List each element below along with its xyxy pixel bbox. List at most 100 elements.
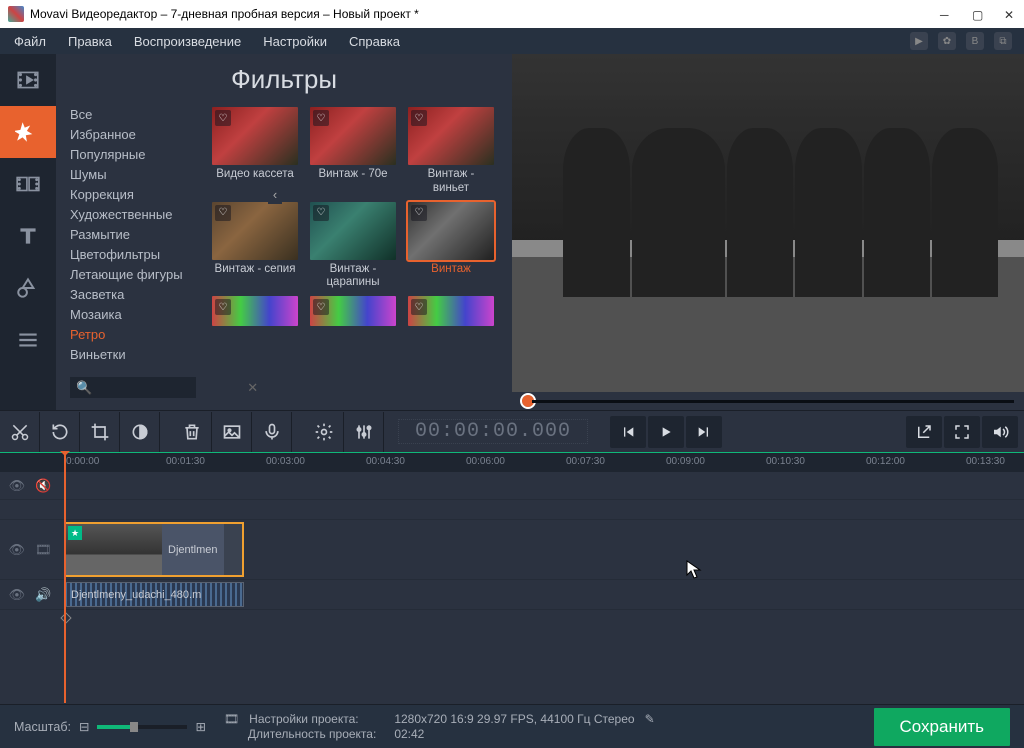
filter-item[interactable]: ♡ xyxy=(212,296,298,326)
tab-shapes[interactable] xyxy=(0,262,56,314)
fcat-retro[interactable]: Ретро xyxy=(70,325,196,344)
tab-transitions[interactable] xyxy=(0,158,56,210)
fcat-flying[interactable]: Летающие фигуры xyxy=(70,265,196,284)
settings-button[interactable] xyxy=(304,412,344,452)
zoom-label: Масштаб: xyxy=(14,720,71,734)
favorite-icon[interactable]: ♡ xyxy=(411,110,427,126)
preview-panel xyxy=(512,54,1024,410)
export-button[interactable] xyxy=(906,416,942,448)
equalizer-button[interactable] xyxy=(344,412,384,452)
timeline: 👁 🔇 👁 🎞 ★ Djentlmen 👁 🔊 Djentlmeny_udachi_4… xyxy=(0,472,1024,704)
toolbar: 00:00:00.000 xyxy=(0,410,1024,452)
tab-filters[interactable] xyxy=(0,106,56,158)
filter-grid: ♡Видео кассета ♡Винтаж - 70е ♡Винтаж - в… xyxy=(208,101,512,410)
tab-more[interactable] xyxy=(0,314,56,366)
fcat-vignette[interactable]: Виньетки xyxy=(70,345,196,364)
fcat-favorites[interactable]: Избранное xyxy=(70,125,196,144)
ok-icon[interactable]: ✿ xyxy=(938,32,956,50)
proj-settings-value: 1280x720 16:9 29.97 FPS, 44100 Гц Стерео xyxy=(394,712,634,726)
play-button[interactable] xyxy=(648,416,684,448)
color-button[interactable] xyxy=(120,412,160,452)
fcat-artistic[interactable]: Художественные xyxy=(70,205,196,224)
fullscreen-button[interactable] xyxy=(944,416,980,448)
playhead-line[interactable] xyxy=(64,453,66,703)
fcat-noise[interactable]: Шумы xyxy=(70,165,196,184)
close-button[interactable]: ✕ xyxy=(1004,8,1016,20)
filter-item[interactable]: ♡Винтаж - сепия xyxy=(212,202,298,291)
collapse-categories-button[interactable]: ‹ xyxy=(268,184,282,204)
video-preview[interactable] xyxy=(512,54,1024,392)
keyframe-icon[interactable] xyxy=(60,612,71,623)
scrub-bar[interactable] xyxy=(512,392,1024,410)
zoom-out-icon[interactable]: ⊟ xyxy=(79,719,89,734)
time-ruler[interactable]: 0:00:00 00:01:30 00:03:00 00:04:30 00:06… xyxy=(0,452,1024,472)
fcat-light[interactable]: Засветка xyxy=(70,285,196,304)
film-icon: 🎞 xyxy=(35,542,52,558)
proj-duration-value: 02:42 xyxy=(394,727,424,741)
mic-button[interactable] xyxy=(252,412,292,452)
menu-edit[interactable]: Правка xyxy=(68,34,112,49)
tab-media[interactable] xyxy=(0,54,56,106)
menu-file[interactable]: Файл xyxy=(14,34,46,49)
statusbar: Масштаб: ⊟ ⊞ 🎞 Настройки проекта: Длитель… xyxy=(0,704,1024,748)
filter-item[interactable]: ♡Видео кассета xyxy=(212,107,298,196)
share-icon[interactable]: ⧉ xyxy=(994,32,1012,50)
fcat-mosaic[interactable]: Мозаика xyxy=(70,305,196,324)
menu-settings[interactable]: Настройки xyxy=(263,34,327,49)
favorite-icon[interactable]: ♡ xyxy=(215,299,231,315)
prev-button[interactable] xyxy=(610,416,646,448)
eye-icon[interactable]: 👁 xyxy=(9,478,26,494)
minimize-button[interactable]: ─ xyxy=(940,8,952,20)
proj-settings-label: Настройки проекта: xyxy=(249,712,358,726)
favorite-icon[interactable]: ♡ xyxy=(215,110,231,126)
speaker-icon[interactable]: 🔊 xyxy=(35,587,51,603)
filter-item[interactable]: ♡Винтаж xyxy=(408,202,494,291)
youtube-icon[interactable]: ▶ xyxy=(910,32,928,50)
favorite-icon[interactable]: ♡ xyxy=(215,205,231,221)
eye-icon[interactable]: 👁 xyxy=(9,587,26,603)
filter-item[interactable]: ♡Винтаж - виньет xyxy=(408,107,494,196)
delete-button[interactable] xyxy=(172,412,212,452)
favorite-icon[interactable]: ♡ xyxy=(411,205,427,221)
favorite-icon[interactable]: ♡ xyxy=(313,299,329,315)
crop-button[interactable] xyxy=(80,412,120,452)
edit-icon[interactable]: ✎ xyxy=(645,712,655,726)
menu-playback[interactable]: Воспроизведение xyxy=(134,34,241,49)
vertical-tabs xyxy=(0,54,56,410)
rotate-button[interactable] xyxy=(40,412,80,452)
fcat-correction[interactable]: Коррекция xyxy=(70,185,196,204)
window-title: Movavi Видеоредактор – 7-дневная пробная… xyxy=(30,7,419,21)
filter-item[interactable]: ♡ xyxy=(408,296,494,326)
fcat-blur[interactable]: Размытие xyxy=(70,225,196,244)
filter-search[interactable]: 🔍 ✕ xyxy=(70,377,196,398)
clip-label: Djentlmen xyxy=(162,524,224,575)
menu-help[interactable]: Справка xyxy=(349,34,400,49)
zoom-in-icon[interactable]: ⊞ xyxy=(195,719,205,734)
mute-icon[interactable]: 🔇 xyxy=(35,478,51,494)
video-clip[interactable]: ★ Djentlmen xyxy=(64,522,244,577)
timecode-display: 00:00:00.000 xyxy=(398,419,588,444)
image-button[interactable] xyxy=(212,412,252,452)
tab-titles[interactable] xyxy=(0,210,56,262)
favorite-icon[interactable]: ♡ xyxy=(411,299,427,315)
cut-button[interactable] xyxy=(0,412,40,452)
favorite-icon[interactable]: ♡ xyxy=(313,110,329,126)
audio-clip[interactable]: Djentlmeny_udachi_480.m xyxy=(64,582,244,607)
maximize-button[interactable]: ▢ xyxy=(972,8,984,20)
clip-label: Djentlmeny_udachi_480.m xyxy=(65,589,207,601)
fcat-colorfilters[interactable]: Цветофильтры xyxy=(70,245,196,264)
proj-duration-label: Длительность проекта: xyxy=(248,727,376,741)
volume-button[interactable] xyxy=(982,416,1018,448)
fcat-popular[interactable]: Популярные xyxy=(70,145,196,164)
fcat-all[interactable]: Все xyxy=(70,105,196,124)
favorite-icon[interactable]: ♡ xyxy=(313,205,329,221)
film-icon: 🎞 xyxy=(224,712,239,726)
filter-item[interactable]: ♡ xyxy=(310,296,396,326)
next-button[interactable] xyxy=(686,416,722,448)
filter-item[interactable]: ♡Винтаж - царапины xyxy=(310,202,396,291)
save-button[interactable]: Сохранить xyxy=(874,708,1010,746)
effect-badge-icon: ★ xyxy=(68,526,82,540)
eye-icon[interactable]: 👁 xyxy=(8,542,25,558)
vk-icon[interactable]: B xyxy=(966,32,984,50)
filter-item[interactable]: ♡Винтаж - 70е xyxy=(310,107,396,196)
